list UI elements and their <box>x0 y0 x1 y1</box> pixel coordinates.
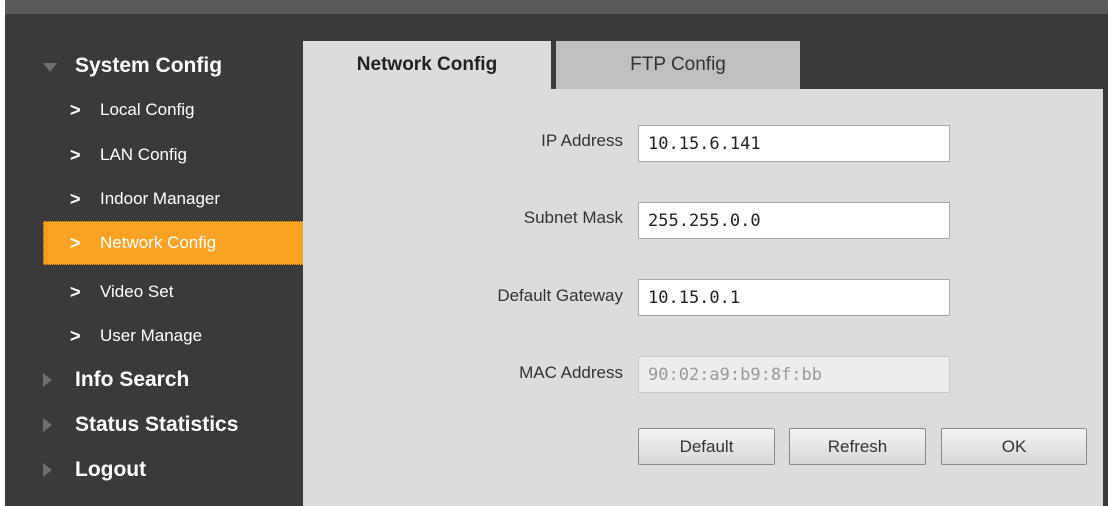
sidebar-item-label: Network Config <box>100 233 217 252</box>
sidebar-item-network-config[interactable]: > Network Config <box>43 221 308 265</box>
chevron-right-icon: > <box>70 144 81 165</box>
default-gateway-field[interactable] <box>638 279 950 316</box>
tab-ftp-config[interactable]: FTP Config <box>556 41 800 89</box>
triangle-right-icon <box>43 418 52 432</box>
ip-address-field[interactable] <box>638 125 950 162</box>
sidebar-item-local-config[interactable]: > Local Config <box>43 88 308 132</box>
chevron-right-icon: > <box>70 99 81 120</box>
sidebar-item-label: User Manage <box>100 326 203 345</box>
refresh-button[interactable]: Refresh <box>789 428 926 465</box>
sidebar-section-info-search[interactable]: Info Search <box>5 360 308 400</box>
triangle-down-icon <box>43 63 57 72</box>
sidebar: System Config > Local Config > LAN Confi… <box>5 14 308 506</box>
ok-button[interactable]: OK <box>941 428 1087 465</box>
chevron-right-icon: > <box>70 188 81 209</box>
default-gateway-label: Default Gateway <box>497 286 623 305</box>
sidebar-section-label: Info Search <box>75 368 190 391</box>
sidebar-item-label: Local Config <box>100 100 195 119</box>
sidebar-item-lan-config[interactable]: > LAN Config <box>43 133 308 177</box>
sidebar-item-label: Indoor Manager <box>100 189 221 208</box>
sidebar-item-label: Video Set <box>100 282 174 301</box>
sidebar-item-video-set[interactable]: > Video Set <box>43 270 308 314</box>
sidebar-section-label: Status Statistics <box>75 413 239 436</box>
network-config-panel: IP Address Subnet Mask Default Gateway M… <box>303 89 1103 506</box>
tab-network-config[interactable]: Network Config <box>303 41 551 89</box>
mac-address-field <box>638 356 950 393</box>
sidebar-section-system-config[interactable]: System Config <box>5 46 308 86</box>
chevron-right-icon: > <box>70 325 81 346</box>
triangle-right-icon <box>43 373 52 387</box>
triangle-right-icon <box>43 463 52 477</box>
sidebar-section-status-statistics[interactable]: Status Statistics <box>5 405 308 445</box>
sidebar-item-user-manage[interactable]: > User Manage <box>43 314 308 358</box>
sidebar-section-label: System Config <box>75 54 223 77</box>
subnet-mask-field[interactable] <box>638 202 950 239</box>
chevron-right-icon: > <box>70 281 81 302</box>
sidebar-section-logout[interactable]: Logout <box>5 450 308 490</box>
default-button[interactable]: Default <box>638 428 775 465</box>
mac-address-label: MAC Address <box>519 363 623 382</box>
subnet-mask-label: Subnet Mask <box>523 208 623 227</box>
sidebar-item-label: LAN Config <box>100 145 187 164</box>
sidebar-item-indoor-manager[interactable]: > Indoor Manager <box>43 177 308 221</box>
ip-address-label: IP Address <box>541 131 623 150</box>
chevron-right-icon: > <box>70 232 81 253</box>
top-bar <box>5 0 1108 14</box>
sidebar-section-label: Logout <box>75 458 147 481</box>
